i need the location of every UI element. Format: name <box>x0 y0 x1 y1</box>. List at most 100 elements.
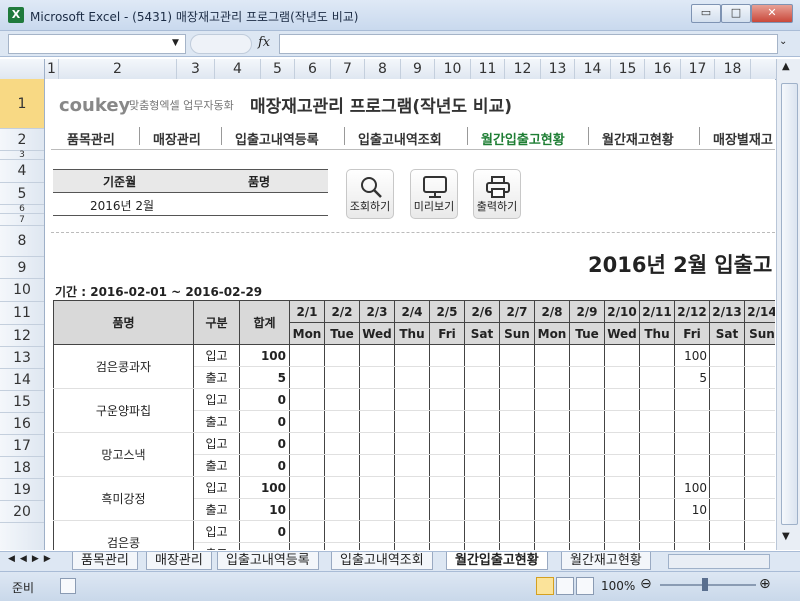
select-all-corner[interactable] <box>0 59 45 79</box>
maximize-button[interactable]: □ <box>721 4 751 23</box>
day-value-cell <box>499 498 535 521</box>
macro-record-icon[interactable] <box>60 578 76 594</box>
column-header[interactable]: 12 <box>505 59 541 79</box>
row-header[interactable]: 12 <box>0 325 44 347</box>
row-header[interactable]: 19 <box>0 479 44 501</box>
formula-input[interactable] <box>279 34 778 54</box>
zoom-slider-thumb[interactable] <box>702 578 708 591</box>
column-header[interactable]: 16 <box>645 59 681 79</box>
zoom-out-icon[interactable]: ⊖ <box>640 576 652 592</box>
row-header[interactable]: 20 <box>0 501 44 523</box>
row-header[interactable]: 16 <box>0 413 44 435</box>
day-value-cell <box>604 476 640 499</box>
nav-item[interactable]: 매장관리 <box>153 129 201 148</box>
insert-function-button[interactable]: fx <box>258 35 270 50</box>
row-header[interactable]: 14 <box>0 369 44 391</box>
search-button[interactable]: 조회하기 <box>346 169 394 219</box>
scroll-up-icon[interactable]: ▲ <box>782 61 790 72</box>
report-title: 2016년 2월 입출고 <box>588 253 773 277</box>
preview-button[interactable]: 미리보기 <box>410 169 458 219</box>
page-layout-icon[interactable] <box>556 577 574 595</box>
column-header[interactable]: 15 <box>611 59 645 79</box>
day-value-cell <box>429 476 465 499</box>
row-header[interactable]: 13 <box>0 347 44 369</box>
column-header[interactable]: 10 <box>435 59 471 79</box>
column-header[interactable]: 13 <box>541 59 575 79</box>
column-header[interactable]: 11 <box>471 59 505 79</box>
column-header[interactable]: 1 <box>45 59 59 79</box>
nav-item[interactable]: 월간입출고현황 <box>481 129 565 148</box>
row-header[interactable]: 6 <box>0 204 44 214</box>
row-header[interactable]: 7 <box>0 214 44 226</box>
filter-bottom-line <box>53 215 328 216</box>
row-header[interactable]: 2 <box>0 129 44 151</box>
column-header[interactable]: 5 <box>261 59 295 79</box>
row-header[interactable]: 10 <box>0 279 44 302</box>
scroll-thumb[interactable] <box>781 83 798 525</box>
day-value-cell <box>709 542 745 550</box>
zoom-slider[interactable] <box>660 584 756 586</box>
name-box[interactable] <box>8 34 186 54</box>
day-value-cell <box>569 498 605 521</box>
header-day: Wed <box>604 322 640 345</box>
column-header[interactable]: 6 <box>295 59 331 79</box>
column-header[interactable]: 2 <box>59 59 177 79</box>
row-header[interactable]: 18 <box>0 457 44 479</box>
column-header[interactable]: 14 <box>575 59 611 79</box>
sheet-tab[interactable]: 입출고내역등록 <box>217 552 319 570</box>
zoom-level[interactable]: 100% <box>601 579 635 593</box>
day-value-cell <box>569 410 605 433</box>
sheet-tab[interactable]: 매장관리 <box>146 552 212 570</box>
row-header[interactable]: 3 <box>0 150 44 160</box>
row-header[interactable]: 17 <box>0 435 44 457</box>
sheet-tab[interactable]: 품목관리 <box>72 552 138 570</box>
day-value-cell <box>464 498 500 521</box>
row-header[interactable]: 4 <box>0 160 44 183</box>
nav-item[interactable]: 품목관리 <box>67 129 115 148</box>
page-break-icon[interactable] <box>576 577 594 595</box>
minimize-button[interactable]: ▭ <box>691 4 721 23</box>
filter-header <box>53 169 328 193</box>
row-header[interactable]: 8 <box>0 226 44 257</box>
row-header[interactable]: 11 <box>0 302 44 325</box>
chevron-down-icon[interactable]: ▼ <box>172 38 179 48</box>
nav-item[interactable]: 매장별재고 <box>713 129 773 148</box>
day-value-cell <box>569 476 605 499</box>
column-header[interactable]: 8 <box>365 59 401 79</box>
month-field[interactable]: 2016년 2월 <box>90 197 154 214</box>
vertical-scrollbar[interactable]: ▲ ▼ <box>776 59 800 550</box>
row-header[interactable]: 1 <box>0 79 44 129</box>
day-value-cell <box>289 388 325 411</box>
worksheet[interactable]: coukey 맞춤형엑셀 업무자동화 매장재고관리 프로그램(작년도 비교) 품… <box>45 79 775 550</box>
column-header[interactable]: 7 <box>331 59 365 79</box>
column-header[interactable]: 18 <box>715 59 751 79</box>
day-value-cell <box>744 454 775 477</box>
day-value-cell: 10 <box>674 498 710 521</box>
formula-expand-handle[interactable] <box>190 34 252 54</box>
close-button[interactable]: ✕ <box>751 4 793 23</box>
tab-nav-arrows[interactable]: ◀◀▶▶ <box>8 554 56 564</box>
row-header[interactable]: 15 <box>0 391 44 413</box>
zoom-in-icon[interactable]: ⊕ <box>759 576 771 592</box>
normal-view-icon[interactable] <box>536 577 554 595</box>
nav-item[interactable]: 입출고내역등록 <box>235 129 319 148</box>
column-header[interactable]: 3 <box>177 59 215 79</box>
print-button[interactable]: 출력하기 <box>473 169 521 219</box>
item-field[interactable] <box>195 193 328 213</box>
sheet-tab[interactable]: 월간입출고현황 <box>446 552 548 570</box>
formula-expand-icon[interactable]: ⌄ <box>779 36 787 47</box>
day-value-cell <box>639 366 675 389</box>
column-header[interactable]: 4 <box>215 59 261 79</box>
column-header[interactable]: 17 <box>681 59 715 79</box>
scroll-down-icon[interactable]: ▼ <box>782 531 790 542</box>
sheet-tab[interactable]: 월간재고현황 <box>561 552 651 570</box>
nav-item[interactable]: 월간재고현황 <box>602 129 674 148</box>
row-header[interactable]: 5 <box>0 183 44 205</box>
sheet-tab[interactable]: 입출고내역조회 <box>331 552 433 570</box>
horizontal-scrollbar[interactable] <box>668 554 770 569</box>
header-date: 2/9 <box>569 300 605 323</box>
row-header[interactable]: 9 <box>0 257 44 279</box>
nav-item[interactable]: 입출고내역조회 <box>358 129 442 148</box>
day-value-cell <box>394 476 430 499</box>
column-header[interactable]: 9 <box>401 59 435 79</box>
